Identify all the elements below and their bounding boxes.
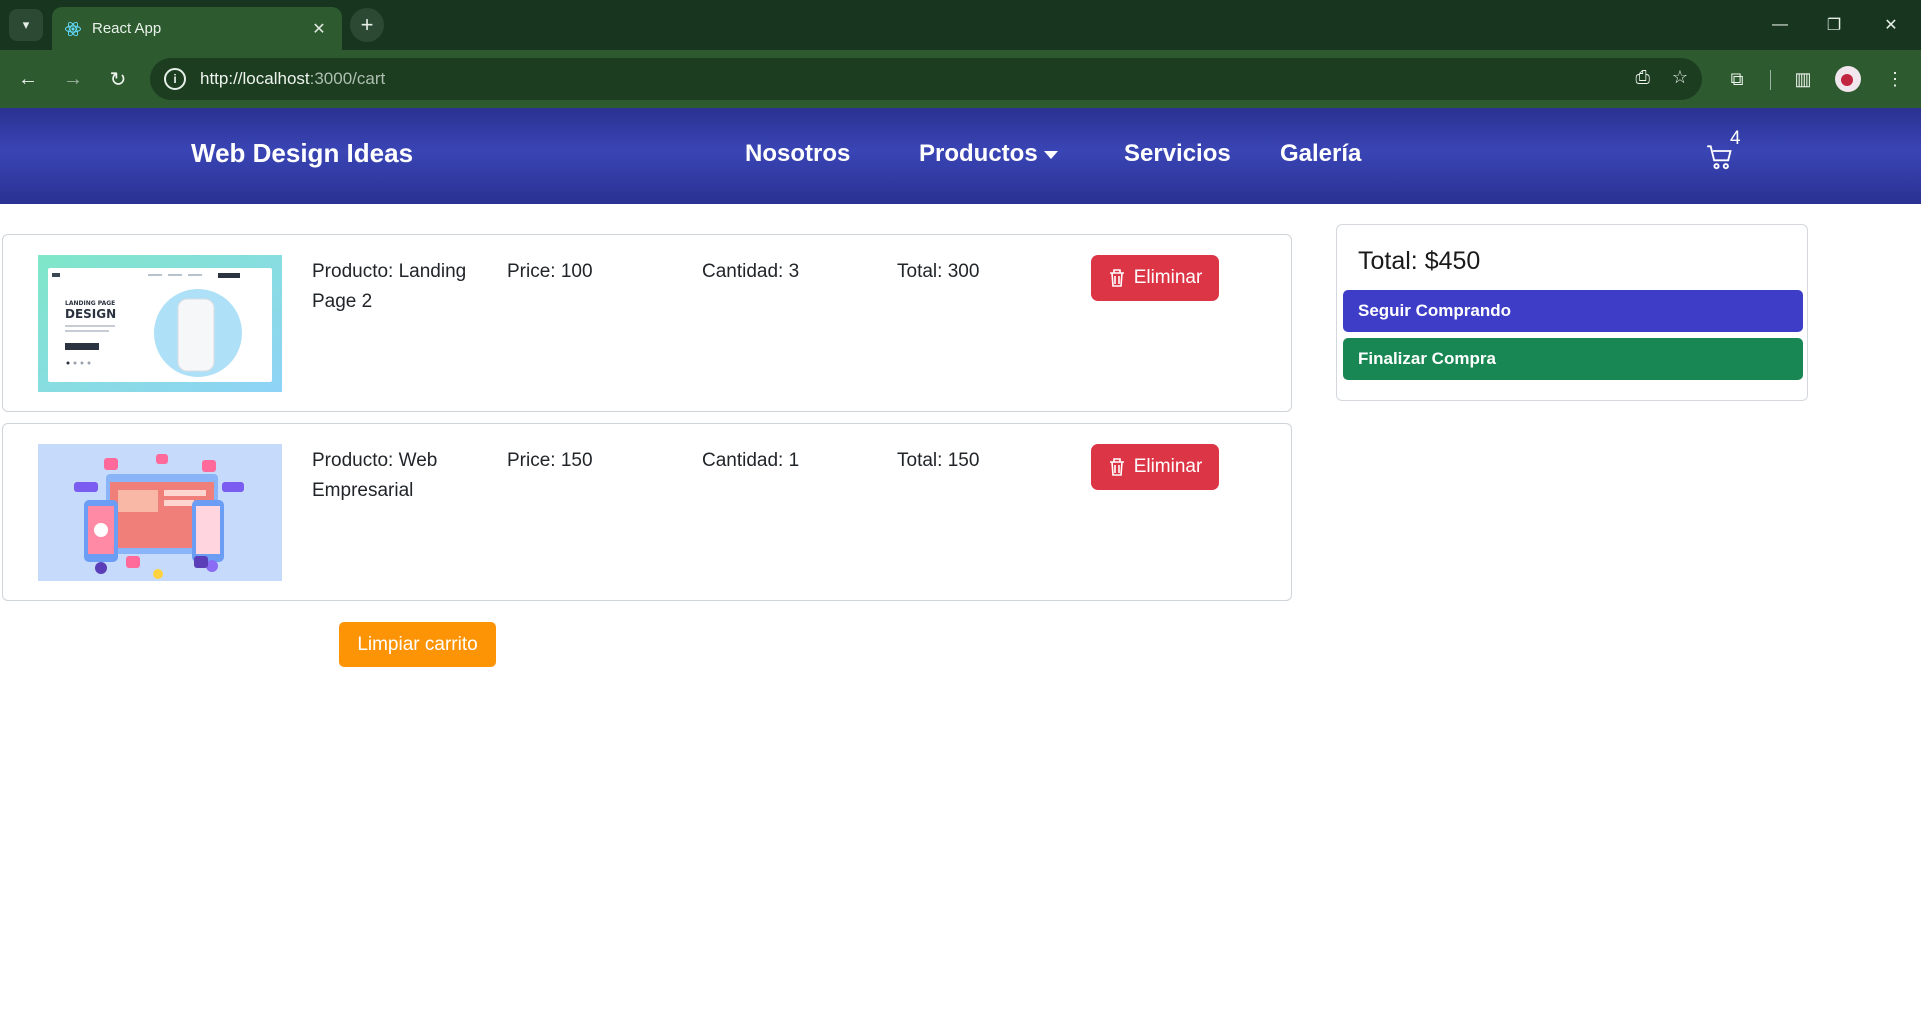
product-image-web-empresarial <box>38 444 282 581</box>
toolbar-divider <box>1770 70 1771 90</box>
extensions-icon[interactable]: ⧉ <box>1722 64 1752 94</box>
order-summary: Total: $450 Seguir Comprando Finalizar C… <box>1336 224 1808 401</box>
nav-link-servicios[interactable]: Servicios <box>1124 140 1231 168</box>
nav-link-nosotros[interactable]: Nosotros <box>745 140 850 168</box>
install-app-icon[interactable]: ⎙ <box>1635 67 1649 88</box>
clear-cart-button[interactable]: Limpiar carrito <box>339 622 496 667</box>
remove-item-button[interactable]: Eliminar <box>1091 255 1219 301</box>
reload-button[interactable]: ↻ <box>100 61 136 97</box>
chevron-down-icon: ▾ <box>22 17 30 32</box>
address-bar[interactable]: i http://localhost:3000/cart ⎙ ☆ <box>150 58 1702 100</box>
close-tab-icon[interactable]: ✕ <box>308 19 330 39</box>
thumbnail-heading-small: LANDING PAGE <box>65 300 115 307</box>
checkout-button[interactable]: Finalizar Compra <box>1343 338 1803 380</box>
product-total: Total: 150 <box>897 450 980 471</box>
restore-button[interactable]: ❐ <box>1814 10 1854 40</box>
remove-item-button[interactable]: Eliminar <box>1091 444 1219 490</box>
menu-kebab-icon[interactable]: ⋮ <box>1880 64 1910 94</box>
caret-down-icon <box>1043 150 1058 159</box>
cart-count-badge: 4 <box>1730 128 1741 149</box>
url-host: http://localhost <box>200 69 310 88</box>
order-total: Total: $450 <box>1358 247 1481 275</box>
product-quantity: Cantidad: 1 <box>702 450 800 471</box>
trash-icon <box>1109 269 1124 287</box>
profile-avatar[interactable] <box>1835 66 1861 92</box>
trash-icon <box>1109 458 1124 476</box>
tab-search-button[interactable]: ▾ <box>9 9 43 41</box>
arrow-left-icon: ← <box>18 67 38 90</box>
product-image-landing-page: LANDING PAGE DESIGN <box>38 255 282 392</box>
react-icon <box>65 21 81 36</box>
remove-item-label: Eliminar <box>1133 267 1203 288</box>
tab-title: React App <box>92 20 162 37</box>
product-quantity: Cantidad: 3 <box>702 261 800 282</box>
close-window-button[interactable]: ✕ <box>1871 10 1911 40</box>
nav-link-productos-label: Productos <box>919 140 1038 167</box>
product-name: Producto: Landing Page 2 <box>312 261 467 312</box>
product-total: Total: 300 <box>897 261 980 282</box>
nav-link-productos[interactable]: Productos <box>919 140 1058 168</box>
product-price: Price: 100 <box>507 261 593 282</box>
new-tab-button[interactable]: + <box>350 8 384 42</box>
brand-link[interactable]: Web Design Ideas <box>191 138 413 169</box>
cart-item: LANDING PAGE DESIGN Producto: Landing Pa… <box>2 234 1292 412</box>
site-info-icon[interactable]: i <box>164 68 186 90</box>
app-navbar: Web Design Ideas Nosotros Productos Serv… <box>0 108 1921 204</box>
arrow-right-icon: → <box>63 67 83 90</box>
product-price: Price: 150 <box>507 450 593 471</box>
thumbnail-heading-big: DESIGN <box>65 307 116 321</box>
forward-button[interactable]: → <box>55 61 91 97</box>
cart-item: Producto: Web Empresarial Price: 150 Can… <box>2 423 1292 601</box>
continue-shopping-button[interactable]: Seguir Comprando <box>1343 290 1803 332</box>
reload-icon: ↻ <box>109 68 127 91</box>
url-path: :3000/cart <box>309 69 386 88</box>
product-name: Producto: Web Empresarial <box>312 450 438 501</box>
browser-tab-bar: ▾ React App ✕ + — ❐ ✕ <box>0 0 1921 50</box>
back-button[interactable]: ← <box>10 61 46 97</box>
side-panel-icon[interactable]: ▥ <box>1788 64 1818 94</box>
remove-item-label: Eliminar <box>1133 456 1203 477</box>
browser-tab[interactable]: React App ✕ <box>52 7 342 50</box>
minimize-button[interactable]: — <box>1760 10 1800 40</box>
browser-toolbar: ← → ↻ i http://localhost:3000/cart ⎙ ☆ ⧉… <box>0 50 1921 108</box>
bookmark-star-icon[interactable]: ☆ <box>1672 67 1688 88</box>
nav-link-galeria[interactable]: Galería <box>1280 140 1361 168</box>
